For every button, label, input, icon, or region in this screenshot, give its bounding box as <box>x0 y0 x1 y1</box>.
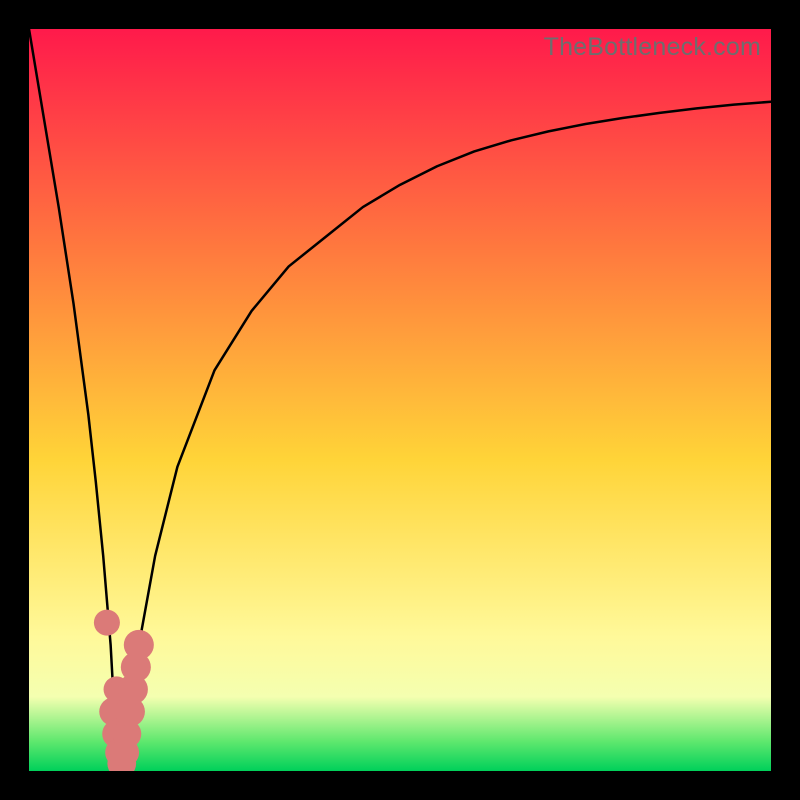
curve-left-branch <box>29 29 122 771</box>
highlight-markers <box>94 610 154 771</box>
marker-point-0 <box>94 610 120 636</box>
curve-right-branch <box>122 102 771 771</box>
chart-svg <box>29 29 771 771</box>
plot-area: TheBottleneck.com <box>29 29 771 771</box>
watermark-text: TheBottleneck.com <box>544 33 761 62</box>
chart-frame: TheBottleneck.com <box>0 0 800 800</box>
marker-point-11 <box>124 630 154 660</box>
